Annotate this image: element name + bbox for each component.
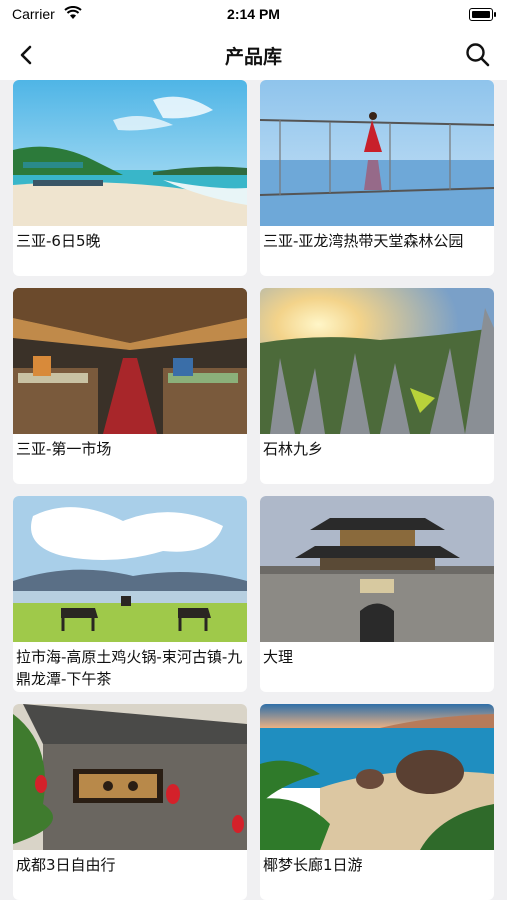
product-name: 三亚-亚龙湾热带天堂森林公园 <box>263 232 464 250</box>
product-image-lake-horses <box>13 496 247 642</box>
product-image-glass-bridge <box>260 80 494 226</box>
product-name: 石林九乡 <box>263 440 324 458</box>
product-name: 三亚-6日5晚 <box>16 232 101 250</box>
product-image-coast <box>260 704 494 850</box>
product-card[interactable]: 石林九乡 <box>260 288 494 484</box>
product-card[interactable]: 大理 <box>260 496 494 692</box>
page-title: 产品库 <box>224 46 282 68</box>
product-image-market <box>13 288 247 434</box>
product-name: 成都3日自由行 <box>16 856 116 874</box>
product-card[interactable]: 椰梦长廊1日游 <box>260 704 494 900</box>
product-image-stone-forest <box>260 288 494 434</box>
product-image-dali-gate <box>260 496 494 642</box>
product-card[interactable]: 成都3日自由行 <box>13 704 247 900</box>
product-card[interactable]: 拉市海-高原土鸡火锅-束河古镇-九鼎龙潭-下午茶 <box>13 496 247 692</box>
product-card[interactable]: 三亚-亚龙湾热带天堂森林公园 <box>260 80 494 276</box>
navigation-bar: 产品库 <box>0 30 507 80</box>
product-card[interactable]: 三亚-6日5晚 <box>13 80 247 276</box>
status-bar: Carrier 2:14 PM <box>0 0 507 30</box>
product-card[interactable]: 三亚-第一市场 <box>13 288 247 484</box>
product-name: 椰梦长廊1日游 <box>263 856 363 874</box>
product-image-beach <box>13 80 247 226</box>
product-name: 大理 <box>263 648 294 666</box>
status-time: 2:14 PM <box>227 6 280 22</box>
search-icon[interactable] <box>463 40 493 70</box>
product-image-old-street <box>13 704 247 850</box>
battery-icon <box>469 8 496 21</box>
product-name: 三亚-第一市场 <box>16 440 112 458</box>
product-name: 拉市海-高原土鸡火锅-束河古镇-九鼎龙潭-下午茶 <box>16 648 243 688</box>
